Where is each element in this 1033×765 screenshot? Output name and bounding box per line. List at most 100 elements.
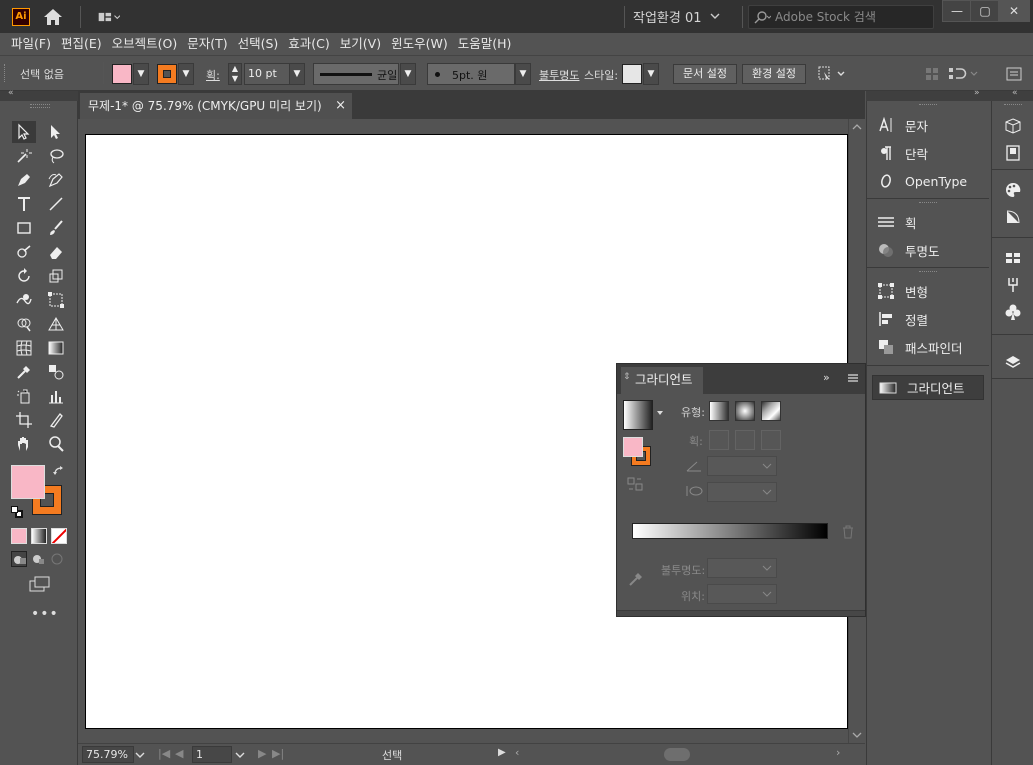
stroke-across-button[interactable]: [761, 430, 781, 450]
adobe-stock-search[interactable]: Adobe Stock 검색: [748, 5, 934, 29]
menu-type[interactable]: 문자(T): [182, 33, 232, 55]
close-document-icon[interactable]: ×: [335, 92, 346, 120]
workspace-switcher[interactable]: 작업환경 01: [633, 5, 739, 27]
panel-align[interactable]: 정렬: [867, 305, 989, 333]
draw-normal-icon[interactable]: [11, 551, 27, 567]
status-menu-arrow-icon[interactable]: ▶: [498, 747, 506, 758]
brush-select[interactable]: 5pt. 원: [427, 63, 515, 85]
swatches-panel-button[interactable]: [1001, 246, 1025, 270]
toolbar-collapse-bar[interactable]: «: [0, 88, 78, 101]
artboard-tool[interactable]: [12, 409, 36, 431]
menu-window[interactable]: 윈도우(W): [386, 33, 453, 55]
stroke-along-button[interactable]: [735, 430, 755, 450]
freeform-gradient-button[interactable]: [761, 401, 781, 421]
draw-behind-icon[interactable]: [30, 551, 46, 567]
artboard-number-input[interactable]: 1: [192, 746, 232, 763]
gradient-mode-button[interactable]: [31, 528, 47, 544]
slice-tool[interactable]: [44, 409, 68, 431]
reverse-gradient-icon[interactable]: [626, 476, 644, 492]
free-transform-tool[interactable]: [44, 289, 68, 311]
collapse-panel-icon[interactable]: »: [823, 371, 830, 384]
gradient-thumbnail[interactable]: [623, 400, 653, 430]
gradient-panel-tab[interactable]: 그라디언트: [621, 367, 703, 394]
zoom-dropdown-icon[interactable]: [134, 750, 146, 760]
edit-toolbar-more-icon[interactable]: •••: [31, 606, 59, 622]
next-artboard-icon[interactable]: ▶: [258, 747, 266, 760]
panel-group-grip[interactable]: [919, 104, 937, 107]
linear-gradient-button[interactable]: [709, 401, 729, 421]
panel-pathfinder[interactable]: 패스파인더: [867, 333, 989, 361]
direct-selection-tool[interactable]: [44, 121, 68, 143]
stroke-weight-input[interactable]: 10 pt: [244, 63, 290, 85]
panel-type[interactable]: 문자: [867, 111, 989, 139]
document-tab[interactable]: 무제-1* @ 75.79% (CMYK/GPU 미리 보기) ×: [80, 91, 352, 119]
type-tool[interactable]: [12, 193, 36, 215]
zoom-level-input[interactable]: 75.79%: [82, 746, 134, 763]
menu-file[interactable]: 파일(F): [6, 33, 56, 55]
color-mode-button[interactable]: [11, 528, 27, 544]
toolbar-grip[interactable]: [30, 104, 50, 108]
panel-menu-icon[interactable]: [1005, 65, 1023, 83]
stop-opacity-select[interactable]: [707, 558, 777, 578]
column-graph-tool[interactable]: [44, 385, 68, 407]
panel-stroke[interactable]: 획: [867, 208, 989, 236]
last-artboard-icon[interactable]: ▶|: [272, 747, 284, 760]
scroll-down-icon[interactable]: [852, 731, 862, 739]
fill-dropdown[interactable]: ▼: [133, 63, 149, 85]
arrange-documents-icon[interactable]: [98, 9, 120, 25]
panel-transparency[interactable]: 투명도: [867, 236, 989, 264]
stroke-within-button[interactable]: [709, 430, 729, 450]
first-artboard-icon[interactable]: |◀: [158, 747, 170, 760]
fill-swatch[interactable]: [112, 64, 132, 84]
zoom-tool[interactable]: [44, 433, 68, 455]
eraser-tool[interactable]: [44, 241, 68, 263]
shaper-tool[interactable]: [12, 241, 36, 263]
fill-color-box[interactable]: [11, 465, 45, 499]
horizontal-scroll-thumb[interactable]: [664, 748, 690, 761]
artboard-dropdown-icon[interactable]: [234, 750, 246, 760]
radial-gradient-button[interactable]: [735, 401, 755, 421]
none-mode-button[interactable]: [51, 528, 67, 544]
perspective-grid-tool[interactable]: [44, 313, 68, 335]
paintbrush-tool[interactable]: [44, 217, 68, 239]
stroke-weight-dropdown[interactable]: ▼: [289, 63, 305, 85]
selection-tool[interactable]: [12, 121, 36, 143]
stroke-profile-select[interactable]: 균일: [313, 63, 399, 85]
stroke-dropdown[interactable]: ▼: [178, 63, 194, 85]
gradient-presets-dropdown-icon[interactable]: [656, 410, 664, 416]
curvature-tool[interactable]: [44, 169, 68, 191]
gradient-fill-swatch[interactable]: [623, 437, 643, 457]
warp-tool[interactable]: [12, 289, 36, 311]
isolate-mode-icon[interactable]: [947, 65, 983, 83]
panel-group-grip[interactable]: [919, 202, 937, 205]
default-fill-stroke-icon[interactable]: [11, 506, 23, 518]
scroll-up-icon[interactable]: [852, 123, 862, 131]
minimize-button[interactable]: —: [942, 0, 972, 22]
close-window-button[interactable]: ✕: [998, 0, 1030, 22]
menu-effect[interactable]: 효과(C): [283, 33, 334, 55]
cc-libraries-button[interactable]: [1001, 141, 1025, 165]
color-panel-button[interactable]: [1001, 178, 1025, 202]
stroke-profile-dropdown[interactable]: ▼: [400, 63, 416, 85]
gradient-tool[interactable]: [44, 337, 68, 359]
swap-fill-stroke-icon[interactable]: [52, 464, 66, 478]
panel-transform[interactable]: 변형: [867, 277, 989, 305]
gradient-angle-select[interactable]: [707, 456, 777, 476]
delete-stop-icon[interactable]: [841, 525, 855, 539]
eyedropper-tool[interactable]: [12, 361, 36, 383]
home-icon[interactable]: [42, 7, 64, 27]
lasso-tool[interactable]: [44, 145, 68, 167]
brushes-panel-button[interactable]: [1001, 273, 1025, 297]
panel-resize-grip[interactable]: [617, 610, 865, 616]
line-tool[interactable]: [44, 193, 68, 215]
scroll-left-icon[interactable]: ‹: [515, 746, 519, 759]
graphic-style-dropdown[interactable]: ▼: [643, 63, 659, 85]
magic-wand-tool[interactable]: [12, 145, 36, 167]
screen-mode-icon[interactable]: [28, 575, 52, 593]
libraries-panel-button[interactable]: [1001, 114, 1025, 138]
preferences-button[interactable]: 환경 설정: [742, 64, 806, 84]
gradient-aspect-ratio-select[interactable]: [707, 482, 777, 502]
blend-tool[interactable]: [44, 361, 68, 383]
panel-group-grip[interactable]: [919, 271, 937, 274]
layers-panel-button[interactable]: [1001, 350, 1025, 374]
